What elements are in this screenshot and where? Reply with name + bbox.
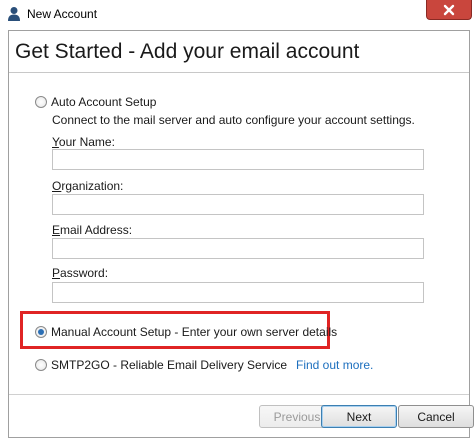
user-icon xyxy=(7,6,21,22)
name-field[interactable] xyxy=(52,149,424,170)
name-label-rest: our Name: xyxy=(58,135,115,149)
close-button[interactable] xyxy=(426,0,472,20)
page-title: Get Started - Add your email account xyxy=(15,40,360,63)
title-bar: New Account xyxy=(0,0,474,28)
email-field[interactable] xyxy=(52,238,424,259)
divider xyxy=(9,72,469,73)
organization-label-accel: O xyxy=(52,179,62,193)
manual-setup-label[interactable]: Manual Account Setup - Enter your own se… xyxy=(51,325,337,339)
manual-setup-radio[interactable] xyxy=(35,326,47,338)
close-icon xyxy=(443,4,455,16)
email-label: Email Address: xyxy=(52,223,132,237)
password-label-accel: P xyxy=(52,266,61,280)
auto-setup-label[interactable]: Auto Account Setup xyxy=(51,95,156,109)
organization-field[interactable] xyxy=(52,194,424,215)
email-label-accel: E xyxy=(52,223,61,237)
next-button[interactable]: Next xyxy=(321,405,397,428)
footer-divider xyxy=(9,394,469,395)
name-label-accel: Y xyxy=(52,135,59,149)
smtp2go-label[interactable]: SMTP2GO - Reliable Email Delivery Servic… xyxy=(51,358,287,372)
organization-label: Organization: xyxy=(52,179,123,193)
cancel-button[interactable]: Cancel xyxy=(398,405,474,428)
smtp2go-radio[interactable] xyxy=(35,359,47,371)
auto-setup-description: Connect to the mail server and auto conf… xyxy=(52,113,415,127)
email-label-rest: mail Address: xyxy=(60,223,133,237)
password-field[interactable] xyxy=(52,282,424,303)
name-label: Your Name: xyxy=(52,135,115,149)
password-label: Password: xyxy=(52,266,108,280)
password-label-rest: assword: xyxy=(60,266,109,280)
new-account-window: New Account Get Started - Add your email… xyxy=(0,0,474,441)
window-title: New Account xyxy=(27,7,98,21)
auto-setup-radio[interactable] xyxy=(35,96,47,108)
find-out-more-link[interactable]: Find out more. xyxy=(296,358,373,372)
organization-label-rest: rganization: xyxy=(61,179,124,193)
